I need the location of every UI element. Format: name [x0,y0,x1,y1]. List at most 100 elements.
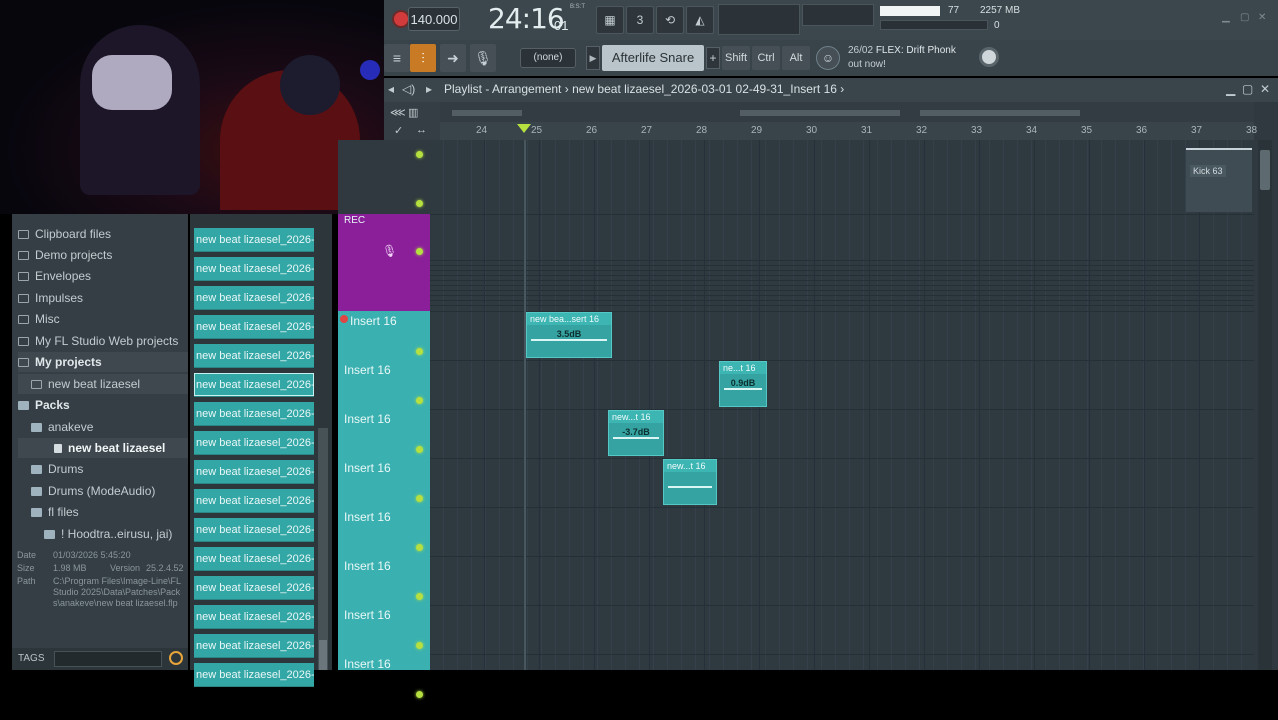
file-list-item[interactable]: new beat lizaesel_2026- [194,605,314,629]
track-header-insert[interactable]: Insert 16 [338,458,430,507]
file-list-scrollbar[interactable] [318,428,328,670]
track-led[interactable] [416,691,423,698]
browser-item-hoodtra[interactable]: ! Hoodtra..eirusu, jai) [44,524,172,544]
tags-search-input[interactable] [54,651,162,667]
playlist-vertical-scrollbar[interactable] [1258,140,1272,670]
step-edit-icon[interactable]: 3 [626,6,654,34]
file-list-item[interactable]: new beat lizaesel_2026- [194,663,314,687]
browser-item-drums[interactable]: Drums [31,459,83,479]
pattern-selector[interactable]: Afterlife Snare [602,45,704,71]
file-list-item[interactable]: new beat lizaesel_2026- [194,518,314,542]
browser-item-misc[interactable]: Misc [18,309,60,329]
track-led[interactable] [416,151,423,158]
browser-item-demo-projects[interactable]: Demo projects [18,245,112,265]
search-icon[interactable] [169,651,183,665]
playlist-maximize-icon[interactable]: ▢ [1242,82,1253,96]
track-led[interactable] [416,248,423,255]
scroll-thumb[interactable] [1260,150,1270,190]
close-icon[interactable]: ✕ [1258,12,1266,23]
news-panel[interactable]: 26/02 FLEX: Drift Phonk out now! [848,44,956,72]
track-led[interactable] [416,200,423,207]
browser-item-new-beat-folder[interactable]: new beat lizaesel [18,374,188,394]
piano-icon[interactable]: ▥ [408,106,418,119]
arrow-tool-icon[interactable]: ➜ [440,44,466,72]
file-list-item[interactable]: new beat lizaesel_2026- [194,431,314,455]
track-led[interactable] [416,348,423,355]
playlist-grid[interactable]: new bea...sert 16 3.5dB ne...t 16 0.9dB … [430,140,1254,670]
browser-item-web-projects[interactable]: My FL Studio Web projects [18,331,178,351]
file-list-item[interactable]: new beat lizaesel_2026- [194,547,314,571]
track-header-insert[interactable]: Insert 16 [338,654,430,703]
browser-item-new-beat-file[interactable]: new beat lizaesel [18,438,188,458]
browser-item-drums-modeaudio[interactable]: Drums (ModeAudio) [31,481,155,501]
playlist-minimize-icon[interactable]: ▁ [1226,82,1235,96]
browser-item-impulses[interactable]: Impulses [18,288,83,308]
master-pitch-knob[interactable] [979,47,999,67]
track-header-insert[interactable]: Insert 16 [338,605,430,654]
track-header-insert[interactable]: Insert 16 [338,311,430,360]
file-list-item[interactable]: new beat lizaesel_2026- [194,344,314,368]
browser-item-envelopes[interactable]: Envelopes [18,266,91,286]
microphone-icon[interactable]: 🎙 [470,44,496,72]
file-list-item[interactable]: new beat lizaesel_2026- [194,489,314,513]
snap-select[interactable]: (none) [520,48,576,68]
snap-icon[interactable]: ⋘ [390,106,406,119]
timeline-overview[interactable] [440,102,1254,122]
track-led[interactable] [416,544,423,551]
file-list-item[interactable]: new beat lizaesel_2026- [194,228,314,252]
mixer-icon[interactable]: ≡ [384,44,410,72]
audio-clip[interactable]: new...t 16 [663,459,717,505]
news-icon[interactable]: ☺ [816,46,840,70]
microphone-icon[interactable]: 🎙 [382,244,397,258]
track-header-rec[interactable]: REC 🎙 [338,214,430,311]
browser-item-packs[interactable]: Packs [18,395,70,415]
alt-button[interactable]: Alt [782,46,810,70]
loop-record-icon[interactable]: ⟲ [656,6,684,34]
file-list-item[interactable]: new beat lizaesel_2026- [194,576,314,600]
file-list-item[interactable]: new beat lizaesel_2026- [194,634,314,658]
typing-keyboard-icon[interactable]: ▦ [596,6,624,34]
zoom-icon[interactable]: ↔ [416,124,427,136]
audio-clip[interactable]: new...t 16 -3.7dB [608,410,664,456]
track-led[interactable] [416,495,423,502]
browser-item-clipboard-files[interactable]: Clipboard files [18,224,111,244]
add-pattern-button[interactable]: + [706,47,720,69]
timeline-ruler[interactable]: 24 25 26 27 28 29 30 31 32 33 34 35 36 37 38 [440,122,1257,140]
browser-item-fl-files[interactable]: fl files [31,502,79,522]
minimize-icon[interactable]: ▁ [1222,12,1230,23]
ctrl-button[interactable]: Ctrl [752,46,780,70]
file-list-item[interactable]: new beat lizaesel_2026- [194,373,314,397]
check-icon[interactable]: ✓ [394,124,403,137]
speaker-icon[interactable]: ◁) [402,82,415,96]
tempo-display[interactable]: 140.000 [408,7,460,31]
track-header-1[interactable] [338,140,430,214]
pattern-prev-arrow[interactable]: ▶ [586,46,600,70]
audio-clip[interactable]: new bea...sert 16 3.5dB [526,312,612,358]
browser-item-anakeve[interactable]: anakeve [31,417,93,437]
shift-button[interactable]: Shift [722,46,750,70]
file-list-item[interactable]: new beat lizaesel_2026- [194,402,314,426]
track-led[interactable] [416,446,423,453]
track-header-insert[interactable]: Insert 16 [338,409,430,458]
song-position-marker[interactable] [517,124,531,133]
scroll-thumb[interactable] [319,640,327,670]
track-led[interactable] [416,642,423,649]
track-led[interactable] [416,397,423,404]
channel-rack-icon[interactable]: ⫶ [410,44,436,72]
metronome-icon[interactable]: ◭ [686,6,714,34]
file-list-item[interactable]: new beat lizaesel_2026- [194,315,314,339]
track-led[interactable] [416,593,423,600]
file-list-item[interactable]: new beat lizaesel_2026- [194,257,314,281]
playlist-close-icon[interactable]: ✕ [1260,82,1270,96]
file-list-item[interactable]: new beat lizaesel_2026- [194,460,314,484]
track-header-insert[interactable]: Insert 16 [338,507,430,556]
maximize-icon[interactable]: ▢ [1240,12,1249,23]
audio-clip[interactable]: ne...t 16 0.9dB [719,361,767,407]
file-list-item[interactable]: new beat lizaesel_2026- [194,286,314,310]
track-header-insert[interactable]: Insert 16 [338,360,430,409]
arrow-right-icon[interactable]: ▸ [426,82,432,96]
track-header-insert[interactable]: Insert 16 [338,556,430,605]
browser-item-my-projects[interactable]: My projects [18,352,188,372]
kick-pattern-clip[interactable]: Kick 63 [1186,148,1252,212]
arrow-left-icon[interactable]: ◂ [388,82,394,96]
